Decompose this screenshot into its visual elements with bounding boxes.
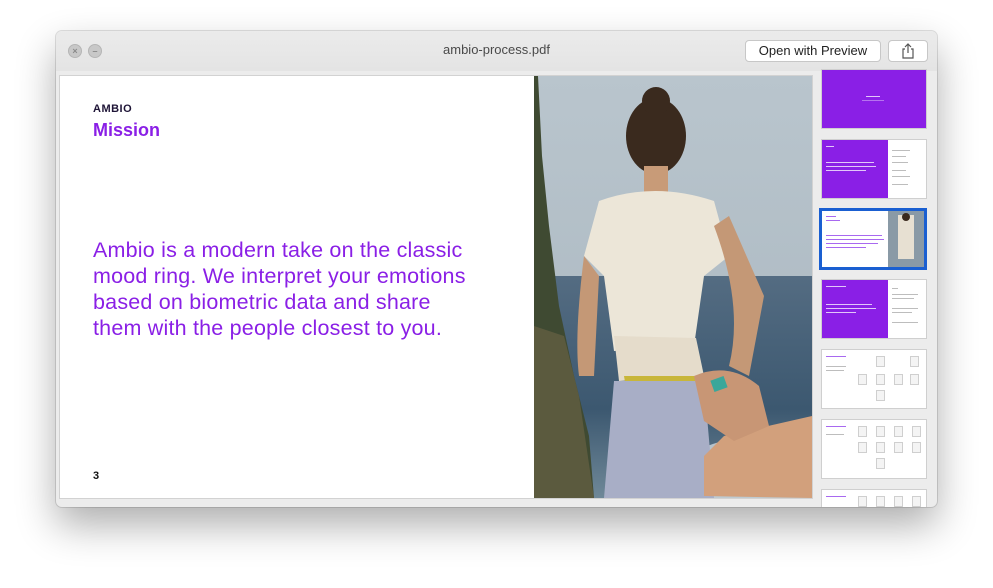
brand-label: AMBIO [93, 103, 133, 115]
thumbnail-page-5[interactable] [821, 349, 927, 409]
thumbnail-page-3[interactable] [819, 208, 927, 270]
thumbnail-sidebar[interactable] [818, 69, 928, 507]
thumbnail-page-2[interactable] [821, 139, 927, 199]
photo-couple-holding-hands [534, 76, 812, 498]
share-icon [902, 43, 914, 59]
open-with-preview-button[interactable]: Open with Preview [745, 40, 881, 62]
thumbnail-page-1[interactable] [821, 69, 927, 129]
share-button[interactable] [888, 40, 928, 62]
page-number: 3 [93, 470, 100, 482]
slide-title: Mission [93, 120, 161, 140]
thumbnail-page-7[interactable] [821, 489, 927, 507]
thumbnail-page-6[interactable] [821, 419, 927, 479]
slide-text-panel: AMBIO Mission Ambio is a modern take on … [60, 76, 534, 498]
preview-window: × – ambio-process.pdf Open with Preview … [56, 31, 937, 507]
mission-statement: Ambio is a modern take on the classic mo… [93, 238, 466, 340]
thumbnail-page-4[interactable] [821, 279, 927, 339]
titlebar: × – ambio-process.pdf Open with Preview [56, 31, 937, 71]
pdf-page[interactable]: AMBIO Mission Ambio is a modern take on … [59, 75, 813, 499]
